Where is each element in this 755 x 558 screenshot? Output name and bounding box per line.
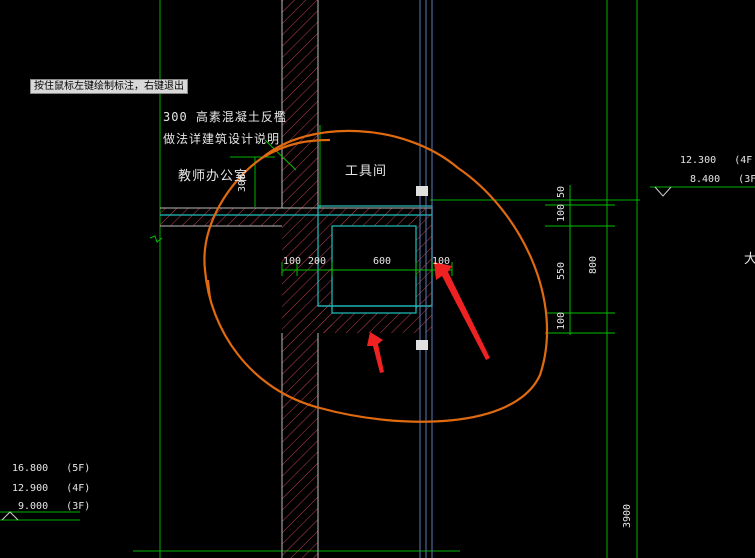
- dim-800: 800: [588, 255, 599, 274]
- note-line-2: 做法详建筑设计说明: [163, 132, 281, 146]
- dim-200: 200: [308, 256, 327, 267]
- dim-50: 50: [556, 185, 567, 198]
- dim-100-left: 100: [283, 256, 302, 267]
- red-arrow-bottom: [367, 332, 384, 373]
- dim-600: 600: [373, 256, 392, 267]
- dim-3900: 3900: [622, 503, 633, 528]
- level-top-right-1: 12.300 (4F: [680, 155, 753, 166]
- level-top-right-2: 8.400 (3F: [690, 174, 755, 185]
- level-bottom-left-3: 9.000 (3F): [18, 501, 91, 512]
- dim-100-right: 100: [432, 256, 451, 267]
- edge-character: 大: [744, 252, 755, 267]
- red-arrow-right: [434, 262, 490, 360]
- room-label-tool-room: 工具间: [345, 164, 388, 179]
- level-symbol-bottom-left: [1, 511, 19, 521]
- wall-hatch: [160, 0, 432, 558]
- level-bottom-left-1: 16.800 (5F): [12, 463, 91, 474]
- dim-100-b: 100: [556, 311, 567, 330]
- cad-canvas[interactable]: 按住鼠标左键绘制标注，右键退出 300 高素混凝土反檻 做法详建筑设计说明 教师…: [0, 0, 755, 558]
- dim-550: 550: [556, 261, 567, 280]
- level-symbol-top-right: [654, 186, 672, 197]
- command-prompt-tooltip: 按住鼠标左键绘制标注，右键退出: [30, 79, 188, 94]
- window-fixing-top: [416, 186, 428, 196]
- dim-100-a: 100: [556, 203, 567, 222]
- level-bottom-left-2: 12.900 (4F): [12, 483, 91, 494]
- dim-300-vertical: 300: [237, 173, 248, 192]
- window-fixing-bottom: [416, 340, 428, 350]
- note-line-1: 300 高素混凝土反檻: [163, 110, 287, 124]
